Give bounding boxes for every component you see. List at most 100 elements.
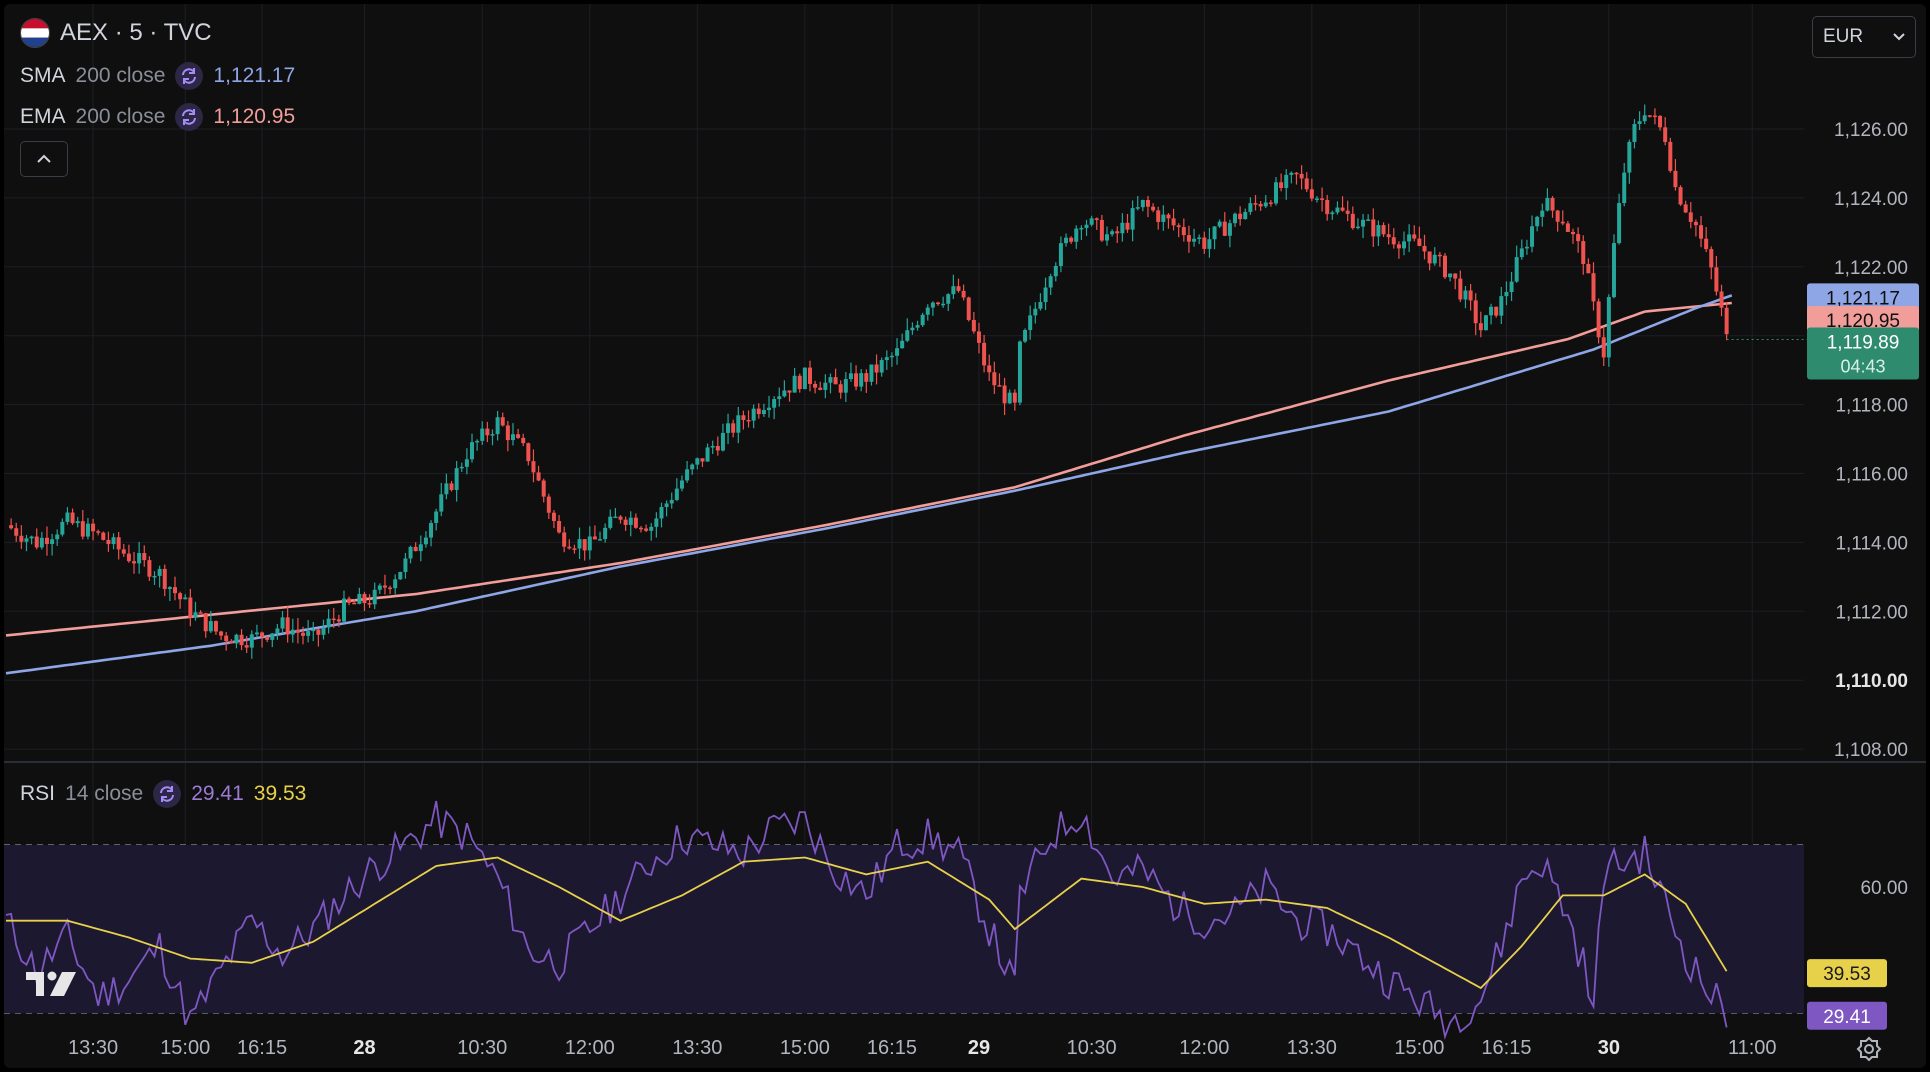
rsi-legend[interactable]: RSI 14 close 29.41 39.53	[20, 780, 306, 808]
candle-up	[1023, 330, 1028, 342]
candle-up	[1519, 248, 1524, 258]
y-tick-label: 1,114.00	[1835, 533, 1908, 554]
candle-down	[19, 535, 24, 542]
candle-down	[485, 428, 490, 436]
ema-line-path	[5, 301, 1732, 637]
candle-down	[132, 561, 137, 564]
symbol-title[interactable]: AEX · 5 · TVC	[20, 18, 212, 48]
x-tick-label: 13:30	[672, 1037, 722, 1059]
candle-down	[536, 472, 541, 481]
candle-down	[198, 612, 203, 614]
sma-line	[5, 294, 1733, 675]
candle-down	[1151, 206, 1156, 211]
ema-legend[interactable]: EMA 200 close 1,120.95	[20, 103, 295, 131]
x-tick-label: 12:00	[1179, 1037, 1229, 1059]
candle-up	[869, 364, 874, 382]
sma-name: SMA	[20, 64, 66, 87]
candle-up	[408, 546, 413, 559]
candle-up	[1089, 218, 1094, 225]
candle-down	[331, 618, 336, 621]
candle-down	[961, 290, 966, 298]
refresh-icon[interactable]	[153, 780, 182, 808]
y-axis: 1,108.00 1,110.00 1,112.00 1,114.00 1,116.00…	[1834, 120, 1908, 899]
candle-down	[715, 445, 720, 451]
candle-down	[797, 375, 802, 390]
candle-up	[1227, 223, 1232, 236]
candle-up	[1217, 221, 1222, 227]
x-tick-label: 15:00	[160, 1037, 210, 1059]
candle-down	[1442, 255, 1447, 278]
y-tick-label: 1,124.00	[1834, 189, 1908, 210]
candle-up	[900, 340, 905, 349]
y-tick-label: 1,118.00	[1835, 396, 1908, 417]
refresh-icon[interactable]	[175, 103, 204, 131]
candle-down	[1099, 219, 1104, 241]
candle-down	[546, 496, 551, 513]
candle-down	[541, 480, 546, 497]
candle-up	[75, 521, 80, 524]
candle-down	[34, 536, 39, 548]
candle-up	[1273, 182, 1278, 204]
candle-up	[1642, 115, 1647, 122]
candle-up	[254, 632, 259, 635]
candle-down	[638, 527, 643, 530]
candle-down	[1437, 254, 1442, 257]
candle-down	[500, 417, 505, 426]
candle-up	[859, 373, 864, 387]
tradingview-logo[interactable]	[26, 970, 78, 1003]
currency-value: EUR	[1823, 26, 1864, 47]
collapse-legend-button[interactable]	[20, 141, 68, 177]
candle-up	[475, 440, 480, 443]
candle-down	[1294, 172, 1299, 175]
candle-down	[1002, 385, 1007, 404]
candle-up	[39, 537, 44, 548]
price-chart[interactable]: 1,108.00 1,110.00 1,112.00 1,114.00 1,116.00…	[4, 4, 1926, 1068]
candle-up	[843, 379, 848, 393]
candle-up	[695, 458, 700, 465]
candle-up	[577, 539, 582, 549]
candle-up	[418, 544, 423, 552]
settings-gear-icon[interactable]	[1856, 1036, 1882, 1067]
candle-up	[1361, 219, 1366, 227]
candle-down	[1381, 225, 1386, 235]
candle-up	[664, 503, 669, 507]
sma-legend[interactable]: SMA 200 close 1,121.17	[20, 62, 295, 90]
candle-down	[1371, 219, 1376, 237]
candle-up	[60, 521, 65, 535]
candle-down	[178, 593, 183, 600]
candle-up	[884, 357, 889, 361]
candle-down	[1673, 170, 1678, 188]
candle-down	[382, 585, 387, 588]
candle-down	[1181, 227, 1186, 236]
candle-up	[1197, 237, 1202, 239]
candle-up	[1243, 211, 1248, 220]
candle-down	[700, 458, 705, 462]
candle-up	[183, 597, 188, 600]
candle-up	[654, 518, 659, 527]
candle-down	[1668, 141, 1673, 171]
candle-up	[1064, 237, 1069, 244]
x-tick-label: 16:15	[867, 1037, 917, 1059]
candle-up	[1053, 265, 1058, 277]
refresh-icon[interactable]	[175, 62, 204, 90]
candle-down	[1560, 221, 1565, 224]
candle-up	[490, 434, 495, 436]
currency-select[interactable]: EUR	[1812, 16, 1916, 58]
candle-down	[623, 519, 628, 525]
candle-down	[854, 373, 859, 387]
symbol-line: AEX · 5 · TVC	[60, 19, 212, 46]
candle-down	[1094, 218, 1099, 220]
candle-up	[280, 617, 285, 629]
candle-up	[208, 621, 213, 632]
candle-down	[1576, 234, 1581, 242]
candle-down	[1494, 306, 1499, 316]
candle-down	[229, 641, 234, 644]
candle-up	[1617, 203, 1622, 244]
y-tick-label: 1,126.00	[1834, 120, 1908, 141]
candle-up	[1627, 141, 1632, 173]
candle-up	[1120, 222, 1125, 234]
candle-up	[1079, 227, 1084, 230]
candle-up	[1637, 121, 1642, 125]
x-tick-label: 11:00	[1728, 1037, 1777, 1059]
candle-down	[316, 629, 321, 635]
